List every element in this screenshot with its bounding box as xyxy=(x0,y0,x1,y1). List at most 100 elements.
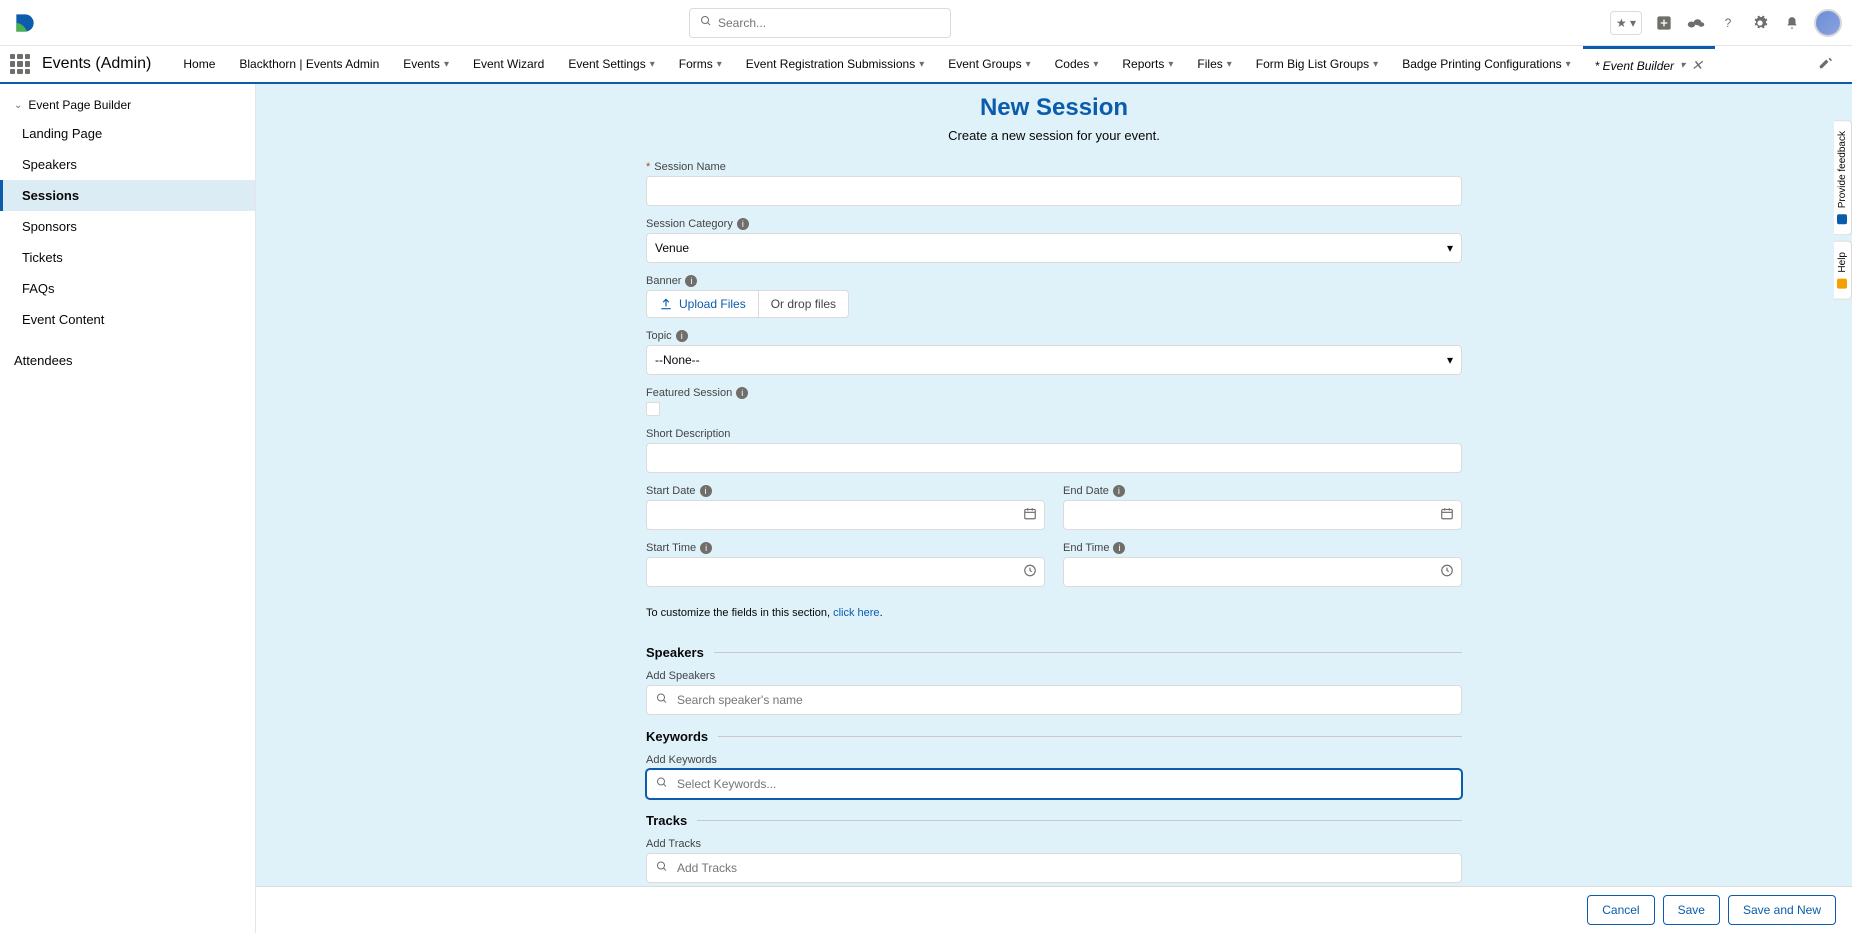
sidebar-item-sponsors[interactable]: Sponsors xyxy=(0,211,255,242)
nav-event-settings[interactable]: Event Settings▾ xyxy=(556,46,666,82)
label-add-keywords: Add Keywords xyxy=(646,754,1462,766)
nav-home[interactable]: Home xyxy=(171,46,227,82)
sidebar-item-sessions[interactable]: Sessions xyxy=(0,180,255,211)
label-session-category: Session Categoryi xyxy=(646,218,1462,230)
info-icon[interactable]: i xyxy=(1113,542,1125,554)
keywords-search-input[interactable] xyxy=(646,769,1462,799)
search-icon xyxy=(656,861,668,876)
calendar-icon[interactable] xyxy=(1023,507,1037,524)
tracks-search-input[interactable] xyxy=(646,853,1462,883)
search-icon xyxy=(656,777,668,792)
save-and-new-button[interactable]: Save and New xyxy=(1728,895,1836,925)
info-icon[interactable]: i xyxy=(685,275,697,287)
section-tracks: Tracks xyxy=(646,813,1462,828)
content-area: New Session Create a new session for you… xyxy=(256,84,1852,933)
chevron-down-icon: ▾ xyxy=(717,59,722,70)
start-date-input[interactable] xyxy=(646,500,1045,530)
featured-session-checkbox[interactable] xyxy=(646,402,660,416)
nav-reports[interactable]: Reports▾ xyxy=(1110,46,1185,82)
chevron-down-icon: ⌄ xyxy=(14,100,22,111)
label-end-date: End Datei xyxy=(1063,485,1462,497)
info-icon[interactable]: i xyxy=(1113,485,1125,497)
app-nav-bar: Events (Admin) Home Blackthorn | Events … xyxy=(0,46,1852,84)
label-start-date: Start Datei xyxy=(646,485,1045,497)
banner-upload[interactable]: Upload Files Or drop files xyxy=(646,290,849,318)
label-end-time: End Timei xyxy=(1063,542,1462,554)
nav-blackthorn-admin[interactable]: Blackthorn | Events Admin xyxy=(227,46,391,82)
search-icon xyxy=(656,693,668,708)
chevron-down-icon: ▾ xyxy=(1566,59,1571,70)
nav-forms[interactable]: Forms▾ xyxy=(667,46,734,82)
start-time-input[interactable] xyxy=(646,557,1045,587)
add-icon[interactable] xyxy=(1654,13,1674,33)
info-icon[interactable]: i xyxy=(700,542,712,554)
favorites-button[interactable]: ★ ▾ xyxy=(1610,11,1642,35)
chevron-down-icon: ▾ xyxy=(444,59,449,70)
label-session-name: *Session Name xyxy=(646,161,1462,173)
info-icon[interactable]: i xyxy=(737,218,749,230)
section-speakers: Speakers xyxy=(646,645,1462,660)
side-tab-feedback[interactable]: Provide feedback xyxy=(1834,120,1852,235)
user-avatar[interactable] xyxy=(1814,9,1842,37)
info-icon[interactable]: i xyxy=(736,387,748,399)
global-header: ★ ▾ ? xyxy=(0,0,1852,46)
app-launcher-icon[interactable] xyxy=(10,54,30,74)
clock-icon[interactable] xyxy=(1440,564,1454,581)
chevron-down-icon: ▾ xyxy=(1680,60,1685,71)
app-logo xyxy=(10,8,40,38)
save-button[interactable]: Save xyxy=(1663,895,1720,925)
section-keywords: Keywords xyxy=(646,729,1462,744)
end-time-input[interactable] xyxy=(1063,557,1462,587)
customize-link[interactable]: click here xyxy=(833,607,879,619)
side-tab-help[interactable]: Help xyxy=(1834,241,1852,300)
info-icon[interactable]: i xyxy=(700,485,712,497)
chevron-down-icon: ▾ xyxy=(1093,59,1098,70)
close-tab-icon[interactable]: ✕ xyxy=(1691,57,1703,74)
clock-icon[interactable] xyxy=(1023,564,1037,581)
nav-codes[interactable]: Codes▾ xyxy=(1043,46,1111,82)
topic-select[interactable]: --None--▾ xyxy=(646,345,1462,375)
notifications-icon[interactable] xyxy=(1782,13,1802,33)
info-icon[interactable]: i xyxy=(676,330,688,342)
setup-gear-icon[interactable] xyxy=(1750,13,1770,33)
sidebar: ⌄Event Page Builder Landing Page Speaker… xyxy=(0,84,256,933)
chevron-down-icon: ▾ xyxy=(1026,59,1031,70)
chevron-down-icon: ▾ xyxy=(650,59,655,70)
nav-form-biglist[interactable]: Form Big List Groups▾ xyxy=(1244,46,1390,82)
help-icon[interactable]: ? xyxy=(1718,13,1738,33)
nav-badge-printing[interactable]: Badge Printing Configurations▾ xyxy=(1390,46,1582,82)
cancel-button[interactable]: Cancel xyxy=(1587,895,1654,925)
nav-event-wizard[interactable]: Event Wizard xyxy=(461,46,556,82)
calendar-icon[interactable] xyxy=(1440,507,1454,524)
label-featured-session: Featured Sessioni xyxy=(646,387,1462,399)
sidebar-item-event-content[interactable]: Event Content xyxy=(0,304,255,335)
drop-files-text: Or drop files xyxy=(759,291,848,317)
nav-tab-event-builder[interactable]: * Event Builder▾✕ xyxy=(1583,46,1715,82)
global-search-input[interactable] xyxy=(718,16,940,30)
sidebar-item-speakers[interactable]: Speakers xyxy=(0,149,255,180)
speakers-search-input[interactable] xyxy=(646,685,1462,715)
nav-events[interactable]: Events▾ xyxy=(391,46,461,82)
sidebar-item-attendees[interactable]: Attendees xyxy=(0,345,255,376)
nav-files[interactable]: Files▾ xyxy=(1185,46,1243,82)
chevron-down-icon: ▾ xyxy=(919,59,924,70)
nav-event-groups[interactable]: Event Groups▾ xyxy=(936,46,1042,82)
sidebar-item-tickets[interactable]: Tickets xyxy=(0,242,255,273)
nav-event-reg-sub[interactable]: Event Registration Submissions▾ xyxy=(734,46,936,82)
sidebar-item-faqs[interactable]: FAQs xyxy=(0,273,255,304)
edit-nav-icon[interactable] xyxy=(1808,56,1842,73)
label-start-time: Start Timei xyxy=(646,542,1045,554)
sidebar-item-landing-page[interactable]: Landing Page xyxy=(0,118,255,149)
salesforce-icon[interactable] xyxy=(1686,13,1706,33)
session-name-input[interactable] xyxy=(646,176,1462,206)
global-search[interactable] xyxy=(689,8,951,38)
session-category-select[interactable]: Venue▾ xyxy=(646,233,1462,263)
upload-files-button[interactable]: Upload Files xyxy=(647,291,759,317)
chevron-down-icon: ▾ xyxy=(1227,59,1232,70)
chevron-down-icon: ▾ xyxy=(1447,241,1453,255)
sidebar-group-event-page-builder[interactable]: ⌄Event Page Builder xyxy=(0,92,255,118)
end-date-input[interactable] xyxy=(1063,500,1462,530)
page-subtitle: Create a new session for your event. xyxy=(646,128,1462,143)
page-title: New Session xyxy=(646,94,1462,122)
short-description-input[interactable] xyxy=(646,443,1462,473)
